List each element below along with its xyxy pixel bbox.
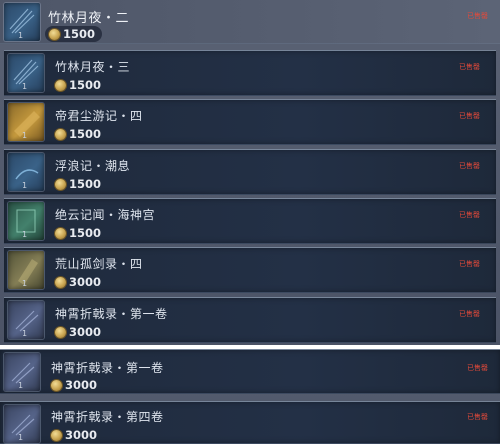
golden-book-icon: 1 — [8, 103, 44, 141]
item-price: 1500 — [55, 77, 101, 93]
item-price: 1500 — [55, 176, 101, 192]
teal-book-icon: 1 — [8, 202, 44, 240]
item-price: 1500 — [55, 126, 101, 142]
sold-out-label: 已售罄 — [459, 112, 480, 120]
item-quantity: 1 — [18, 31, 24, 40]
sold-out-label: 已售罄 — [467, 413, 488, 421]
coin-icon — [55, 276, 66, 288]
coin-icon — [51, 379, 62, 391]
sold-out-label: 已售罄 — [467, 364, 488, 372]
coin-icon — [51, 429, 62, 441]
bamboo-book-icon: 1 — [4, 3, 40, 41]
sold-out-label: 已售罄 — [459, 211, 480, 219]
sold-out-label: 已售罄 — [459, 310, 480, 318]
item-quantity: 1 — [18, 433, 24, 442]
item-quantity: 1 — [22, 279, 28, 288]
item-price: 3000 — [55, 324, 101, 340]
shop-item-row[interactable]: 1 帝君尘游记・四 1500 已售罄 — [4, 99, 496, 145]
item-title: 竹林月夜・二 — [48, 11, 130, 26]
olive-book-icon: 1 — [8, 251, 44, 289]
shop-item-row[interactable]: 1 竹林月夜・二 1500 已售罄 — [0, 0, 500, 44]
item-title: 帝君尘游记・四 — [55, 109, 143, 123]
sold-out-label: 已售罄 — [459, 260, 480, 268]
item-quantity: 1 — [22, 329, 28, 338]
coin-icon — [55, 227, 66, 239]
item-price: 1500 — [45, 26, 103, 42]
item-title: 神霄折戟录・第一卷 — [51, 361, 164, 375]
shop-item-row[interactable]: 1 浮浪记・潮息 1500 已售罄 — [4, 149, 496, 195]
item-quantity: 1 — [18, 381, 24, 390]
shop-item-row[interactable]: 1 竹林月夜・三 1500 已售罄 — [4, 50, 496, 96]
coin-icon — [55, 79, 66, 91]
sold-out-label: 已售罄 — [459, 63, 480, 71]
item-quantity: 1 — [22, 131, 28, 140]
item-quantity: 1 — [22, 82, 28, 91]
item-quantity: 1 — [22, 230, 28, 239]
shop-item-row[interactable]: 1 神霄折戟录・第一卷 3000 已售罄 — [4, 297, 496, 343]
item-quantity: 1 — [22, 181, 28, 190]
blue-book-icon: 1 — [8, 153, 44, 191]
item-title: 浮浪记・潮息 — [55, 159, 131, 173]
sold-out-label: 已售罄 — [467, 12, 488, 20]
slate-book-icon: 1 — [4, 405, 40, 443]
item-title: 绝云记闻・海神宫 — [55, 208, 156, 222]
coin-icon — [55, 128, 66, 140]
item-title: 荒山孤剑录・四 — [55, 257, 143, 271]
item-price: 3000 — [55, 274, 101, 290]
item-price: 3000 — [51, 377, 97, 393]
shop-item-row[interactable]: 1 荒山孤剑录・四 3000 已售罄 — [4, 247, 496, 293]
item-title: 神霄折戟录・第四卷 — [51, 410, 164, 424]
slate-book-icon: 1 — [8, 301, 44, 339]
item-price: 1500 — [55, 225, 101, 241]
shop-item-row[interactable]: 1 绝云记闻・海神宫 1500 已售罄 — [4, 198, 496, 244]
shop-item-list: 1 竹林月夜・二 1500 已售罄 1 竹林月夜・三 1500 已售罄 1 帝君… — [0, 0, 500, 345]
shop-item-row[interactable]: 1 神霄折戟录・第一卷 3000 已售罄 — [0, 349, 500, 394]
coin-icon — [55, 178, 66, 190]
sold-out-label: 已售罄 — [459, 162, 480, 170]
coin-icon — [55, 326, 66, 338]
bamboo-book-icon: 1 — [8, 54, 44, 92]
shop-item-list-continued: 1 神霄折戟录・第一卷 3000 已售罄 1 神霄折戟录・第四卷 3000 已售… — [0, 349, 500, 444]
item-price: 3000 — [51, 427, 97, 443]
item-title: 竹林月夜・三 — [55, 60, 131, 74]
coin-icon — [49, 28, 60, 40]
shop-item-row[interactable]: 1 神霄折戟录・第四卷 3000 已售罄 — [0, 401, 500, 444]
slate-book-icon: 1 — [4, 353, 40, 391]
item-title: 神霄折戟录・第一卷 — [55, 307, 168, 321]
